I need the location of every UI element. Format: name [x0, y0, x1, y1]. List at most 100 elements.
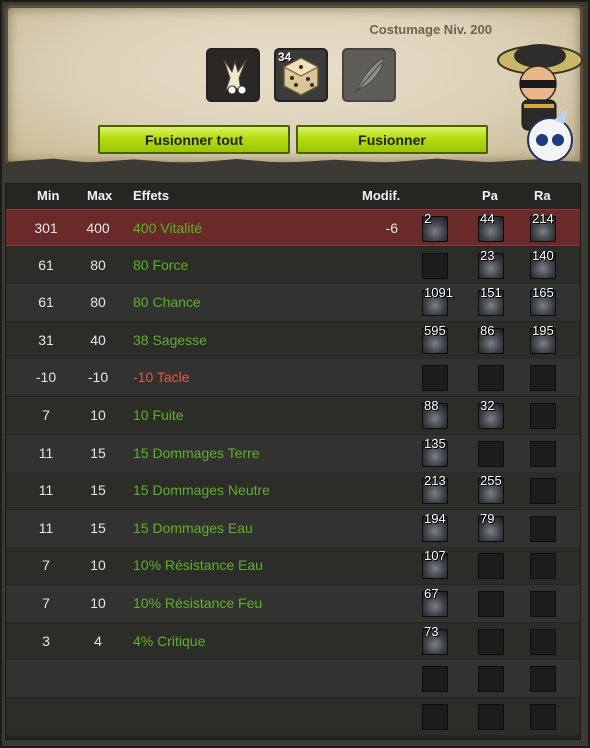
- rune-quantity: 151: [480, 285, 502, 301]
- bone-item-slot[interactable]: [206, 48, 260, 102]
- pa-rune-slot[interactable]: [478, 628, 504, 655]
- rune-slot[interactable]: [422, 252, 448, 279]
- pa-rune-slot[interactable]: [478, 591, 504, 617]
- ra-rune-slot[interactable]: [530, 703, 556, 730]
- ra-rune-slot[interactable]: 140: [530, 248, 556, 279]
- ra-rune-slot[interactable]: 195: [530, 323, 556, 354]
- rune-slot[interactable]: 1091: [422, 285, 453, 317]
- rune-quantity: 140: [532, 247, 554, 263]
- dice-item-slot[interactable]: 34: [274, 48, 328, 102]
- rune-slot[interactable]: 213: [422, 473, 448, 505]
- rune-slot[interactable]: 135: [422, 436, 448, 467]
- max-value: 15: [90, 519, 106, 536]
- rune-quantity: 194: [424, 510, 446, 526]
- max-value: 400: [86, 220, 110, 236]
- effect-label: 80 Force: [133, 256, 189, 273]
- rune-quantity: 135: [424, 435, 446, 451]
- effect-label: 400 Vitalité: [133, 220, 203, 236]
- rune-slot[interactable]: 88: [422, 398, 448, 429]
- ra-rune-slot[interactable]: 165: [530, 285, 556, 317]
- max-value: 10: [90, 557, 106, 574]
- rune-quantity: 595: [424, 322, 446, 338]
- rune-quantity: 1091: [424, 285, 453, 301]
- rune-quantity: 213: [424, 473, 446, 489]
- table-row[interactable]: 11 15 15 Dommages Eau 194 79: [6, 509, 580, 547]
- rune-slot[interactable]: [422, 666, 448, 693]
- modif-value: -6: [385, 220, 398, 236]
- table-row[interactable]: [6, 697, 580, 735]
- rune-quantity: 86: [480, 322, 495, 338]
- ra-rune-slot[interactable]: [530, 591, 556, 617]
- rune-quantity: 79: [480, 510, 495, 526]
- pa-rune-slot[interactable]: [478, 703, 504, 730]
- pa-rune-slot[interactable]: 151: [478, 285, 504, 317]
- pa-rune-slot[interactable]: [478, 553, 504, 580]
- ra-rune-slot[interactable]: [530, 515, 556, 542]
- effect-label: 15 Dommages Neutre: [133, 482, 270, 499]
- merge-all-button[interactable]: Fusionner tout: [98, 125, 290, 154]
- effect-label: 10 Fuite: [133, 407, 184, 423]
- ra-rune-slot[interactable]: [530, 478, 556, 505]
- rune-slot[interactable]: [422, 703, 448, 730]
- dice-item-count: 34: [278, 50, 292, 64]
- min-value: 7: [42, 557, 50, 574]
- rune-quantity: 195: [532, 322, 554, 338]
- ra-rune-slot[interactable]: 214: [530, 211, 556, 242]
- pa-rune-slot[interactable]: 32: [478, 398, 504, 429]
- col-min: Min: [37, 188, 60, 203]
- table-row[interactable]: 31 40 38 Sagesse 595 86 195: [6, 321, 580, 359]
- pa-rune-slot[interactable]: 44: [478, 211, 504, 242]
- ra-rune-slot[interactable]: [530, 628, 556, 655]
- effect-label: 15 Dommages Eau: [133, 519, 253, 536]
- rune-slot[interactable]: 67: [422, 586, 448, 617]
- rune-quantity: 73: [424, 623, 439, 639]
- table-row[interactable]: -10 -10 -10 Tacle: [6, 359, 580, 397]
- merge-button[interactable]: Fusionner: [296, 125, 488, 154]
- item-level: Costumage Niv. 200: [369, 22, 492, 37]
- table-row[interactable]: 61 80 80 Chance 1091 151 165: [6, 284, 580, 322]
- table-row[interactable]: [6, 660, 580, 698]
- rune-quantity: 2: [424, 211, 432, 226]
- rune-quantity: 67: [424, 586, 439, 601]
- table-row[interactable]: 11 15 15 Dommages Terre 135: [6, 434, 580, 472]
- feather-icon: [355, 57, 385, 93]
- pa-rune-slot[interactable]: 79: [478, 511, 504, 542]
- table-row[interactable]: 11 15 15 Dommages Neutre 213 255: [6, 472, 580, 510]
- effect-label: 15 Dommages Terre: [133, 444, 260, 461]
- pa-rune-slot[interactable]: [478, 440, 504, 467]
- rune-slot[interactable]: 73: [422, 624, 448, 655]
- ra-rune-slot[interactable]: [530, 666, 556, 693]
- table-row[interactable]: 7 10 10 Fuite 88 32: [6, 397, 580, 434]
- feather-item-slot[interactable]: [342, 48, 396, 102]
- pa-rune-slot[interactable]: 86: [478, 323, 504, 354]
- ra-rune-slot[interactable]: [530, 553, 556, 580]
- rune-quantity: 165: [532, 285, 554, 301]
- table-row[interactable]: 7 10 10% Résistance Eau 107: [6, 547, 580, 585]
- ra-rune-slot[interactable]: [530, 365, 556, 392]
- pa-rune-slot[interactable]: 23: [478, 248, 504, 279]
- rune-slot[interactable]: 107: [422, 548, 448, 580]
- rune-slot[interactable]: 2: [422, 211, 448, 242]
- rune-slot[interactable]: 194: [422, 511, 448, 542]
- pa-rune-slot[interactable]: [478, 666, 504, 693]
- col-effects: Effets: [133, 188, 170, 203]
- ra-rune-slot[interactable]: [530, 403, 556, 429]
- rune-slot[interactable]: 595: [422, 323, 448, 354]
- pa-rune-slot[interactable]: 255: [478, 473, 504, 505]
- rune-slot[interactable]: [422, 365, 448, 392]
- table-row[interactable]: 3 4 4% Critique 73: [6, 622, 580, 660]
- max-value: -10: [87, 369, 109, 386]
- table-row[interactable]: 7 10 10% Résistance Feu 67: [6, 585, 580, 622]
- table-row[interactable]: 61 80 80 Force 23 140: [6, 246, 580, 284]
- table-row[interactable]: 301 400 400 Vitalité -6 2 44 214: [6, 209, 580, 246]
- max-value: 15: [90, 444, 106, 461]
- max-value: 80: [90, 294, 106, 311]
- min-value: 11: [38, 519, 54, 536]
- ra-rune-slot[interactable]: [530, 440, 556, 467]
- character-avatar: [497, 44, 583, 163]
- effect-label: -10 Tacle: [133, 369, 190, 386]
- min-value: 31: [38, 331, 54, 348]
- rune-quantity: 255: [480, 473, 502, 489]
- pa-rune-slot[interactable]: [478, 365, 504, 392]
- effect-label: 10% Résistance Eau: [133, 557, 263, 574]
